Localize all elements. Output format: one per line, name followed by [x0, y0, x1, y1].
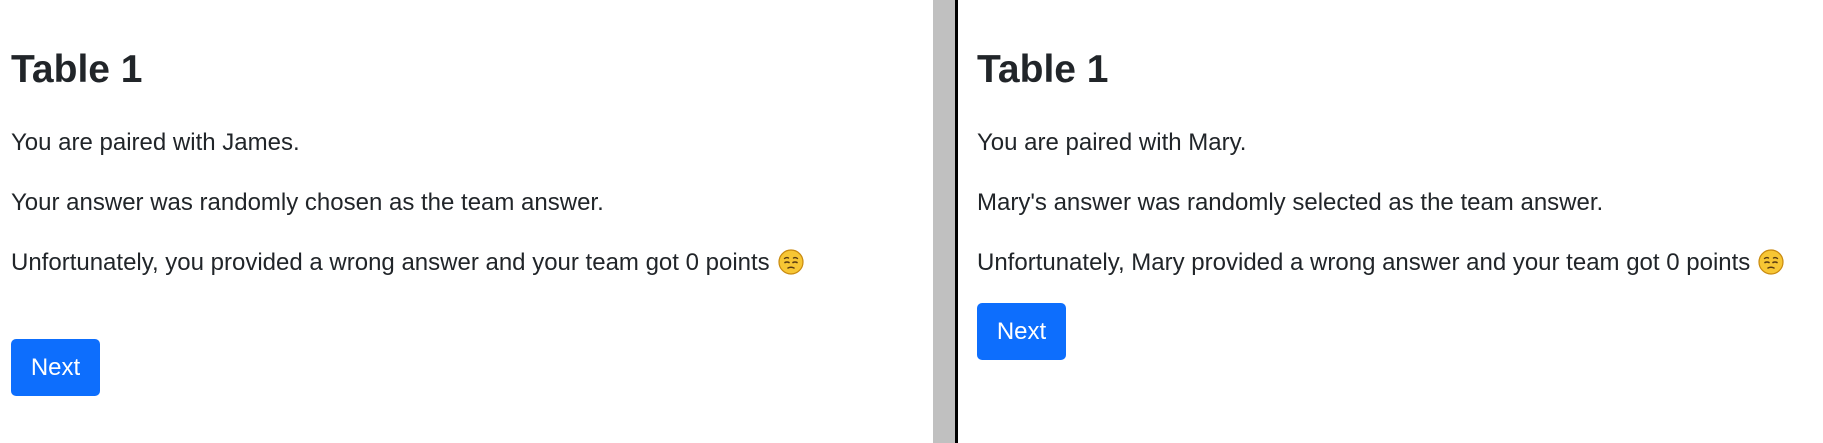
panel-divider	[933, 0, 955, 443]
pairing-text: You are paired with James.	[11, 129, 300, 156]
selection-text: Your answer was randomly chosen as the t…	[11, 189, 604, 216]
split-screen: Table 1 You are paired with James. Your …	[0, 0, 1823, 443]
right-participant-panel: Table 1 You are paired with Mary. Mary's…	[958, 0, 1823, 443]
pairing-text: You are paired with Mary.	[977, 129, 1247, 156]
pensive-face-icon	[778, 249, 804, 275]
result-line: Unfortunately, you provided a wrong answ…	[11, 247, 804, 279]
page-title: Table 1	[977, 48, 1109, 91]
pensive-face-icon	[1758, 249, 1784, 275]
left-participant-panel: Table 1 You are paired with James. Your …	[0, 0, 933, 443]
next-button[interactable]: Next	[977, 303, 1066, 360]
result-text: Unfortunately, Mary provided a wrong ans…	[977, 249, 1751, 276]
selection-text: Mary's answer was randomly selected as t…	[977, 189, 1604, 216]
page-title: Table 1	[11, 48, 143, 91]
result-text: Unfortunately, you provided a wrong answ…	[11, 249, 770, 276]
result-line: Unfortunately, Mary provided a wrong ans…	[977, 247, 1784, 279]
next-button[interactable]: Next	[11, 339, 100, 396]
